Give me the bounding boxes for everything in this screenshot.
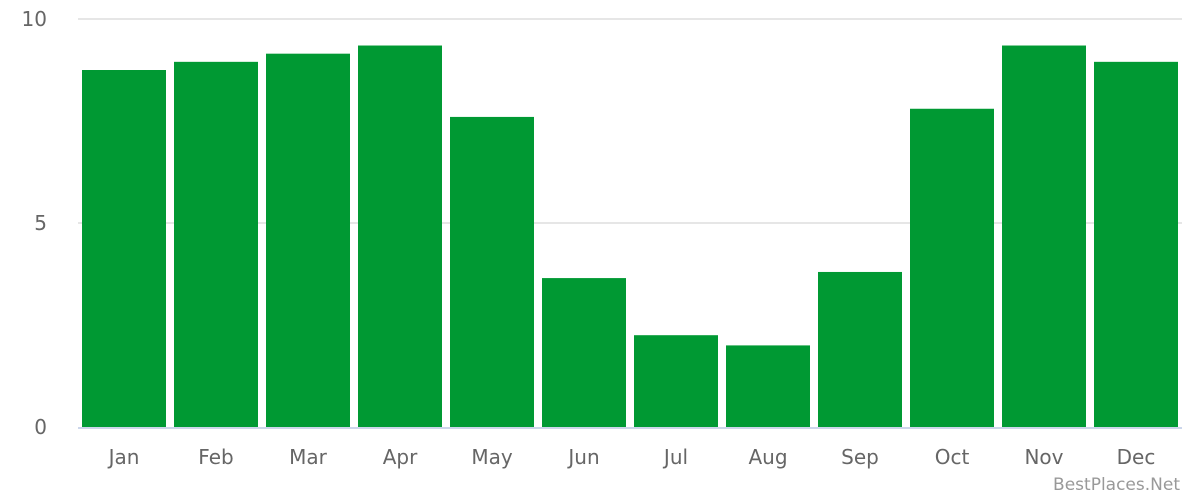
bar-mar[interactable] <box>266 53 350 428</box>
bar-jun[interactable] <box>542 278 626 427</box>
bar-nov[interactable] <box>1002 45 1086 428</box>
x-tick-label: Sep <box>841 445 879 469</box>
x-tick-label: Aug <box>748 445 787 469</box>
x-tick-label: Feb <box>198 445 233 469</box>
bar-apr[interactable] <box>358 45 442 428</box>
y-axis-ticks: 0 5 10 <box>22 7 47 439</box>
bar-feb[interactable] <box>174 61 258 428</box>
bar-jul[interactable] <box>634 335 718 427</box>
x-tick-label: May <box>471 445 513 469</box>
bar-jan[interactable] <box>82 70 166 427</box>
x-tick-label: Jul <box>662 445 688 469</box>
credit-link[interactable]: BestPlaces.Net <box>1053 475 1180 495</box>
x-tick-label: Nov <box>1024 445 1063 469</box>
x-axis-labels: Jan Feb Mar Apr May Jun Jul Aug Sep Oct Nov Dec <box>107 445 1156 469</box>
y-tick-label: 5 <box>34 211 47 235</box>
x-tick-label: Jun <box>566 445 599 469</box>
bar-chart: 0 5 10 Jan Feb Mar Apr May Jun Jul Aug Sep Oct Nov De… <box>22 7 1182 495</box>
x-tick-label: Dec <box>1117 445 1156 469</box>
bar-sep[interactable] <box>818 271 902 427</box>
x-tick-label: Mar <box>289 445 328 469</box>
x-tick-label: Apr <box>383 445 418 469</box>
y-tick-label: 0 <box>34 415 47 439</box>
y-tick-label: 10 <box>22 7 47 31</box>
bar-may[interactable] <box>450 116 534 428</box>
bar-oct[interactable] <box>910 108 994 427</box>
bar-aug[interactable] <box>726 345 810 427</box>
x-tick-label: Oct <box>935 445 970 469</box>
bar-dec[interactable] <box>1094 61 1178 428</box>
x-tick-label: Jan <box>107 445 140 469</box>
bars <box>82 45 1178 428</box>
